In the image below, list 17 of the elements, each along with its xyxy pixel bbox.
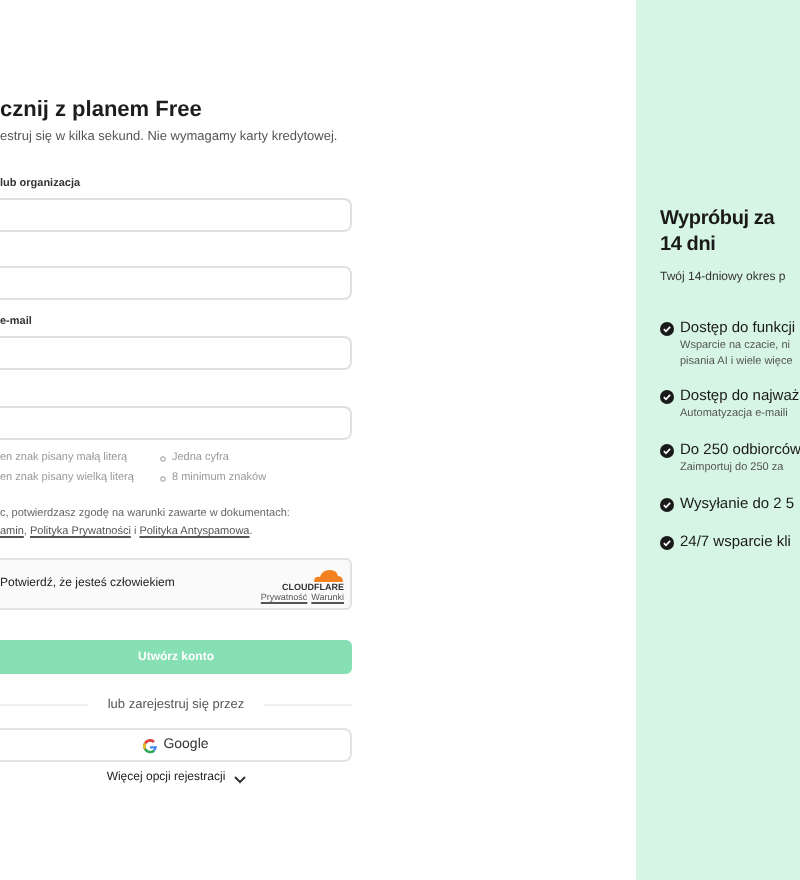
input-field[interactable]: [0, 336, 352, 370]
check-circle-icon: [660, 497, 674, 511]
check-circle-icon: [660, 389, 674, 403]
page-title: cznij z planem Free: [0, 96, 202, 124]
google-icon: [141, 737, 158, 753]
bullet-icon: [160, 475, 166, 481]
trial-title: 14 dni: [660, 232, 718, 258]
chevron-down-icon: [233, 775, 246, 783]
input-field[interactable]: [0, 406, 352, 440]
input-field[interactable]: [0, 266, 352, 300]
check-circle-icon: [660, 321, 674, 335]
bullet-icon: [160, 455, 166, 461]
input-field[interactable]: [0, 198, 352, 232]
check-circle-icon: [660, 535, 674, 549]
cloud-icon: [312, 567, 344, 581]
check-circle-icon: [660, 443, 674, 457]
trial-title: Wypróbuj za: [660, 206, 777, 232]
